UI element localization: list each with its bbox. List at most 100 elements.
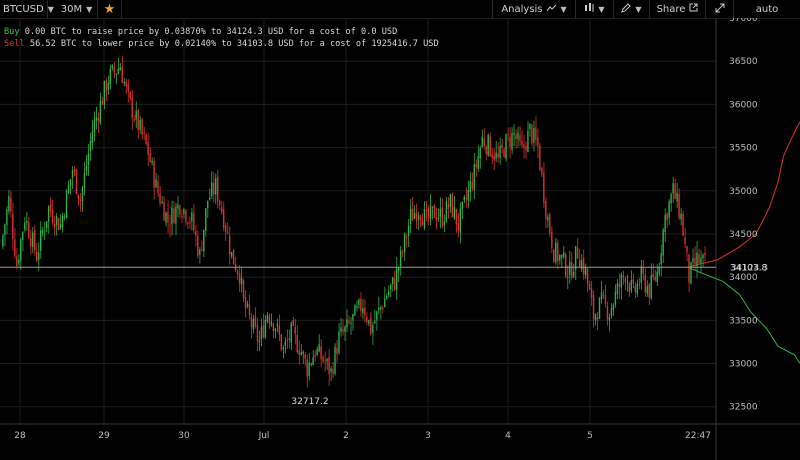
candle-body bbox=[409, 208, 412, 224]
candle-body bbox=[413, 213, 416, 219]
candle-body bbox=[59, 224, 62, 229]
candle-down bbox=[624, 276, 627, 291]
candle-body bbox=[503, 149, 505, 158]
candle-body bbox=[477, 156, 479, 169]
candle-body bbox=[205, 208, 207, 231]
candle-up bbox=[479, 145, 481, 169]
candle-body bbox=[529, 123, 531, 129]
candle-up bbox=[380, 305, 382, 320]
candle-down bbox=[34, 225, 36, 256]
candle-down bbox=[475, 159, 477, 178]
candle-down bbox=[328, 349, 330, 386]
x-tick-label: 4 bbox=[505, 431, 511, 441]
candle-body bbox=[228, 235, 231, 255]
candle-body bbox=[354, 305, 356, 316]
candle-body bbox=[451, 194, 454, 217]
candle-down bbox=[632, 273, 635, 289]
candle-up bbox=[640, 259, 642, 290]
candle-up bbox=[598, 297, 601, 320]
chart-type-button[interactable]: ▼ bbox=[576, 0, 614, 18]
candle-up bbox=[374, 309, 376, 325]
candle-body bbox=[445, 201, 448, 222]
candle-up bbox=[205, 208, 207, 237]
candle-down bbox=[173, 200, 175, 224]
analysis-menu-button[interactable]: Analysis ▼ bbox=[492, 0, 576, 18]
x-tick-label: 2 bbox=[343, 431, 349, 441]
candle-body bbox=[32, 232, 34, 248]
candle-up bbox=[403, 232, 406, 261]
candle-body bbox=[352, 314, 354, 321]
candle-up bbox=[59, 214, 62, 230]
candle-down bbox=[322, 354, 324, 364]
candle-body bbox=[574, 246, 577, 270]
candle-body bbox=[24, 222, 26, 230]
candle-up bbox=[81, 185, 84, 213]
candle-body bbox=[20, 239, 22, 261]
candle-up bbox=[151, 157, 153, 166]
candle-up bbox=[6, 205, 8, 235]
candle-body bbox=[473, 164, 475, 190]
favorite-star-button[interactable]: ★ bbox=[98, 0, 122, 18]
candle-body bbox=[664, 214, 666, 233]
candle-down bbox=[433, 204, 436, 219]
candle-body bbox=[399, 250, 402, 267]
candle-body bbox=[495, 152, 497, 160]
candle-down bbox=[393, 270, 396, 292]
candle-body bbox=[139, 119, 141, 130]
interval-label: 30M bbox=[60, 3, 83, 15]
candle-body bbox=[555, 242, 557, 263]
candle-down bbox=[242, 278, 245, 303]
candle-body bbox=[262, 325, 265, 338]
candle-down bbox=[360, 292, 362, 317]
candle-down bbox=[292, 316, 294, 327]
candle-body bbox=[568, 261, 571, 276]
candle-down bbox=[515, 129, 517, 149]
candle-down bbox=[294, 318, 296, 345]
candle-body bbox=[686, 246, 688, 253]
candle-body bbox=[109, 68, 111, 85]
candle-body bbox=[624, 278, 627, 283]
candle-up bbox=[165, 211, 167, 227]
candle-body bbox=[525, 145, 527, 151]
candle-body bbox=[592, 295, 595, 320]
candle-down bbox=[220, 200, 223, 215]
candle-up bbox=[123, 77, 125, 87]
candle-down bbox=[147, 132, 149, 166]
candle-down bbox=[682, 210, 684, 237]
candle-body bbox=[97, 117, 100, 121]
candle-body bbox=[57, 218, 60, 230]
candle-up bbox=[18, 254, 20, 267]
candle-body bbox=[314, 354, 316, 357]
candle-up bbox=[662, 227, 664, 263]
y-tick-label: 33000 bbox=[729, 360, 758, 370]
candle-up bbox=[672, 177, 674, 204]
candle-body bbox=[220, 207, 223, 212]
fullscreen-button[interactable] bbox=[706, 0, 734, 18]
candle-body bbox=[250, 316, 253, 328]
candle-body bbox=[602, 294, 605, 296]
candle-down bbox=[698, 249, 700, 265]
candle-body bbox=[670, 194, 672, 204]
share-button[interactable]: Share bbox=[650, 0, 706, 18]
candle-down bbox=[497, 142, 499, 163]
candle-up bbox=[594, 313, 597, 326]
candle-down bbox=[541, 166, 543, 177]
symbol-label: BTCUSD bbox=[3, 3, 44, 15]
candle-up bbox=[533, 120, 535, 152]
scale-mode-button[interactable]: auto bbox=[734, 0, 800, 18]
candle-down bbox=[688, 253, 690, 293]
y-tick-label: 36000 bbox=[729, 100, 758, 110]
price-chart[interactable]: 34103.834124.3 32500 33000 33500 34000 34500… bbox=[0, 18, 800, 460]
candle-body bbox=[163, 201, 165, 221]
symbol-selector[interactable]: BTCUSD ▼ bbox=[0, 0, 54, 18]
interval-selector[interactable]: 30M ▼ bbox=[56, 0, 98, 18]
candle-body bbox=[181, 215, 183, 217]
drawing-tools-button[interactable]: ▼ bbox=[614, 0, 650, 18]
candle-up bbox=[139, 115, 141, 134]
candle-body bbox=[612, 304, 615, 310]
candle-up bbox=[676, 182, 678, 208]
candle-body bbox=[18, 259, 20, 264]
candle-down bbox=[145, 133, 147, 146]
candle-down bbox=[236, 269, 239, 281]
candle-down bbox=[704, 246, 706, 262]
